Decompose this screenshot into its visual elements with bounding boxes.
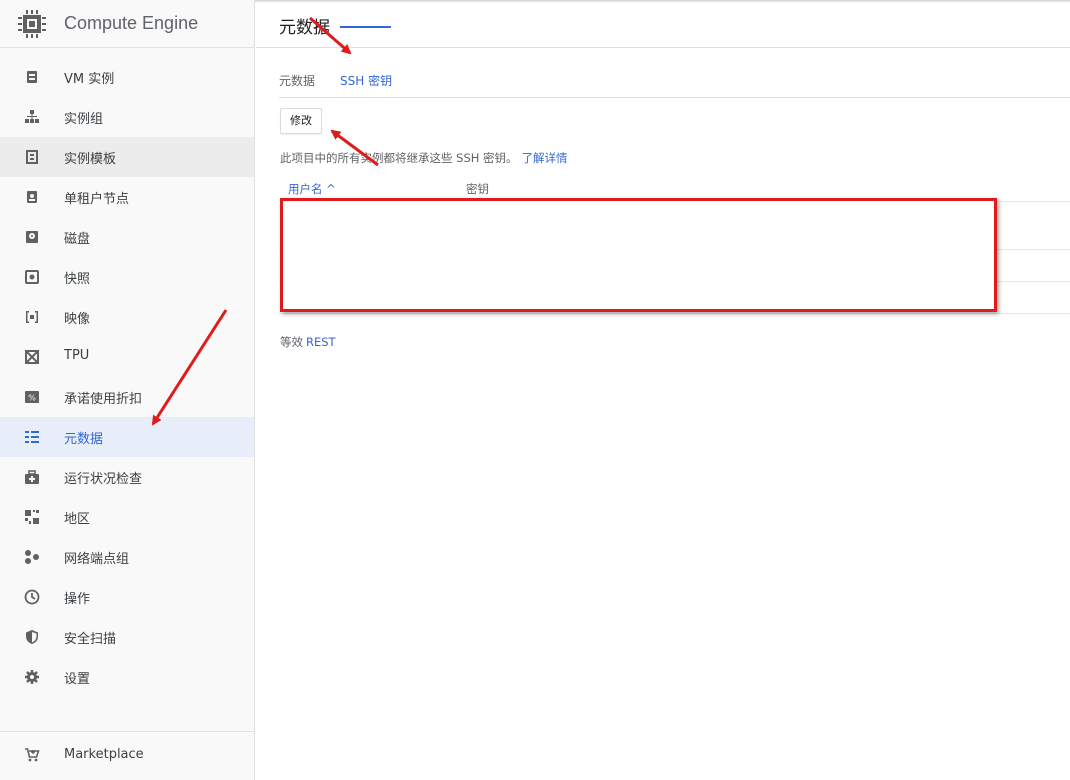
marketplace-label: Marketplace: [64, 747, 144, 762]
page-title: 元数据: [279, 18, 330, 38]
sidebar-item-label: 实例组: [64, 112, 104, 127]
main-content: 元数据 元数据 SSH 密钥 修改 此项目中的所有实例都将继承这些 SSH 密钥…: [256, 0, 1070, 780]
cart-icon: [25, 748, 40, 762]
sidebar-item-images[interactable]: 映像: [0, 297, 254, 337]
tab-metadata[interactable]: 元数据: [279, 72, 315, 89]
disk-icon: [26, 231, 38, 243]
sidebar-item-label: VM 实例: [64, 72, 115, 87]
sidebar-item-label: 映像: [64, 312, 91, 327]
sidebar-item-metadata[interactable]: 元数据: [0, 417, 254, 457]
sidebar-item-marketplace[interactable]: Marketplace: [0, 735, 254, 775]
sidebar-item-snapshots[interactable]: 快照: [0, 257, 254, 297]
sidebar: Compute Engine VM 实例 实例组 实例模板 单租户节点 磁盘 快…: [0, 0, 255, 780]
equivalent-label: 等效: [280, 335, 303, 349]
vm-instance-icon: [27, 71, 37, 83]
sidebar-item-disks[interactable]: 磁盘: [0, 217, 254, 257]
instance-template-icon: [26, 150, 38, 164]
sole-tenant-icon: [27, 191, 37, 203]
tpu-icon: [25, 350, 39, 364]
network-endpoint-icon: [25, 550, 39, 564]
sidebar-item-committed-use[interactable]: % 承诺使用折扣: [0, 377, 254, 417]
settings-icon: [25, 670, 39, 684]
chip-icon: [18, 10, 46, 38]
snapshot-icon: [25, 270, 39, 284]
sidebar-item-operations[interactable]: 操作: [0, 577, 254, 617]
image-icon: [26, 311, 38, 323]
sidebar-item-label: 地区: [64, 512, 91, 527]
sidebar-item-label: 承诺使用折扣: [64, 392, 143, 407]
sidebar-item-label: 实例模板: [64, 152, 117, 167]
sidebar-item-label: 元数据: [64, 432, 104, 447]
active-tab-indicator: [340, 26, 391, 28]
sidebar-item-network-endpoint-groups[interactable]: 网络端点组: [0, 537, 254, 577]
sidebar-item-label: 网络端点组: [64, 552, 130, 567]
brand-header[interactable]: Compute Engine: [0, 0, 255, 48]
sidebar-item-label: TPU: [64, 348, 90, 363]
health-check-icon: [25, 470, 39, 484]
instance-group-icon: [25, 110, 39, 123]
zones-icon: [25, 510, 39, 524]
sidebar-item-label: 运行状况检查: [64, 472, 143, 487]
page-header: 元数据: [256, 0, 1070, 48]
sidebar-item-sole-tenant[interactable]: 单租户节点: [0, 177, 254, 217]
svg-text:%: %: [28, 394, 36, 403]
column-header-username[interactable]: 用户名 ^: [288, 181, 336, 197]
metadata-icon: [25, 431, 39, 443]
description-text: 此项目中的所有实例都将继承这些 SSH 密钥。: [280, 151, 518, 165]
column-header-key: 密钥: [466, 182, 489, 196]
table-row-divider: [279, 313, 1070, 314]
operations-icon: [24, 589, 40, 605]
sidebar-item-label: 操作: [64, 592, 91, 607]
sidebar-item-instance-templates[interactable]: 实例模板: [0, 137, 254, 177]
sidebar-item-label: 单租户节点: [64, 192, 130, 207]
sidebar-item-security-scan[interactable]: 安全扫描: [0, 617, 254, 657]
tab-divider: [279, 97, 1070, 98]
discount-icon: %: [25, 391, 39, 403]
edit-button[interactable]: 修改: [280, 108, 322, 134]
sidebar-nav: VM 实例 实例组 实例模板 单租户节点 磁盘 快照 映像 TPU % 承诺使用…: [0, 57, 254, 697]
redaction-box: [280, 198, 997, 312]
sidebar-item-health-checks[interactable]: 运行状况检查: [0, 457, 254, 497]
ssh-keys-description: 此项目中的所有实例都将继承这些 SSH 密钥。 了解详情: [280, 150, 568, 166]
security-scan-icon: [26, 630, 38, 644]
equivalent-rest: 等效 REST: [280, 334, 336, 350]
sidebar-item-vm-instances[interactable]: VM 实例: [0, 57, 254, 97]
sidebar-item-tpu[interactable]: TPU: [0, 337, 254, 377]
sidebar-item-zones[interactable]: 地区: [0, 497, 254, 537]
app-title: Compute Engine: [64, 13, 199, 33]
sidebar-item-label: 快照: [64, 272, 91, 287]
learn-more-link[interactable]: 了解详情: [522, 151, 568, 165]
sidebar-item-label: 安全扫描: [64, 632, 117, 647]
tab-ssh-keys[interactable]: SSH 密钥: [340, 72, 392, 89]
sidebar-item-label: 磁盘: [64, 232, 91, 247]
sidebar-item-settings[interactable]: 设置: [0, 657, 254, 697]
sidebar-item-label: 设置: [64, 672, 91, 687]
rest-link[interactable]: REST: [306, 335, 336, 349]
sidebar-item-instance-groups[interactable]: 实例组: [0, 97, 254, 137]
sidebar-divider: [0, 731, 254, 732]
